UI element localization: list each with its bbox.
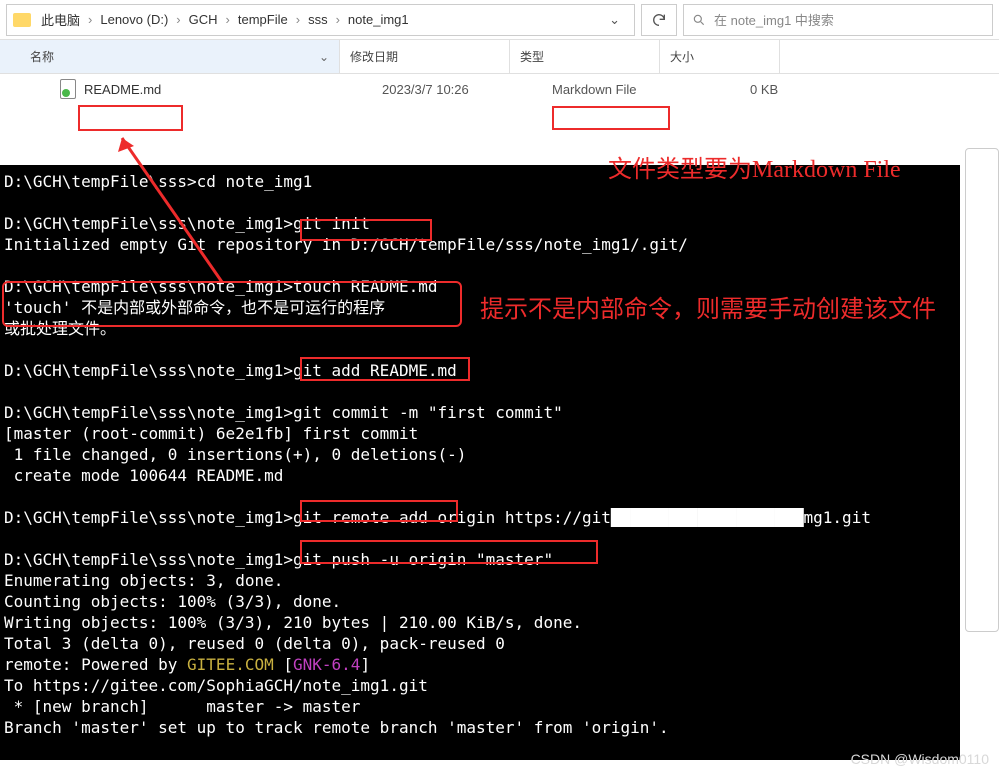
breadcrumb-seg[interactable]: GCH	[187, 12, 220, 27]
breadcrumb-seg[interactable]: Lenovo (D:)	[98, 12, 170, 27]
column-header-date[interactable]: 修改日期	[340, 40, 510, 73]
breadcrumb-seg[interactable]: tempFile	[236, 12, 290, 27]
refresh-icon	[651, 12, 667, 28]
search-placeholder: 在 note_img1 中搜索	[714, 10, 834, 29]
file-size-cell: 0 KB	[690, 82, 810, 97]
breadcrumb-seg[interactable]: 此电脑	[39, 10, 82, 29]
file-row[interactable]: README.md 2023/3/7 10:26 Markdown File 0…	[0, 74, 999, 104]
explorer-address-row: 此电脑› Lenovo (D:)› GCH› tempFile› sss› no…	[0, 0, 999, 40]
address-bar[interactable]: 此电脑› Lenovo (D:)› GCH› tempFile› sss› no…	[6, 4, 635, 36]
breadcrumb-seg[interactable]: note_img1	[346, 12, 411, 27]
annotation-box	[552, 106, 670, 130]
column-header-type[interactable]: 类型	[510, 40, 660, 73]
file-name-cell[interactable]: README.md	[60, 79, 370, 99]
file-name: README.md	[84, 82, 161, 97]
file-type-cell: Markdown File	[540, 82, 690, 97]
watermark: CSDN @Wisdom0110	[851, 751, 989, 767]
column-headers: 名称 ⌄ 修改日期 类型 大小	[0, 40, 999, 74]
column-header-name[interactable]: 名称 ⌄	[0, 40, 340, 73]
file-date-cell: 2023/3/7 10:26	[370, 82, 540, 97]
markdown-file-icon	[60, 79, 76, 99]
breadcrumb[interactable]: 此电脑› Lenovo (D:)› GCH› tempFile› sss› no…	[39, 10, 411, 29]
folder-icon	[13, 13, 31, 27]
sort-icon: ⌄	[319, 50, 329, 64]
search-icon	[692, 13, 706, 27]
refresh-button[interactable]	[641, 4, 677, 36]
window-edge	[965, 148, 999, 632]
chevron-down-icon[interactable]: ⌄	[601, 12, 628, 28]
breadcrumb-seg[interactable]: sss	[306, 12, 330, 27]
search-input[interactable]: 在 note_img1 中搜索	[683, 4, 993, 36]
annotation-box	[78, 105, 183, 131]
terminal-window[interactable]: D:\GCH\tempFile\sss>cd note_img1 D:\GCH\…	[0, 165, 960, 760]
column-header-size[interactable]: 大小	[660, 40, 780, 73]
